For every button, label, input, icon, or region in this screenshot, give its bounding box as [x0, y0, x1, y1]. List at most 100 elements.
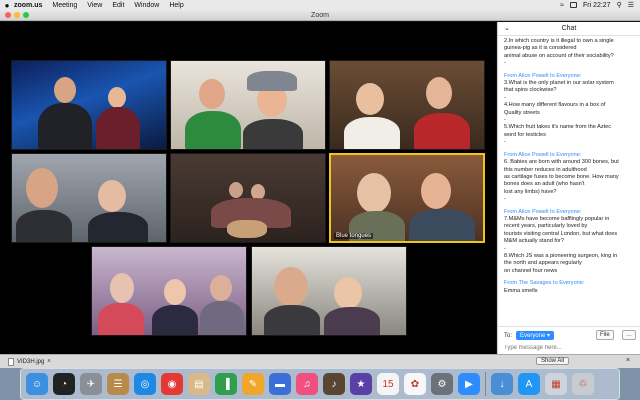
- video-tile[interactable]: [91, 246, 247, 336]
- participant-body: [38, 103, 92, 149]
- video-gallery: Blue tongues: [0, 22, 496, 362]
- menu-window[interactable]: Window: [134, 2, 159, 9]
- participant-body: [88, 212, 148, 242]
- menu-meeting[interactable]: Meeting: [52, 2, 77, 9]
- battery-icon[interactable]: [569, 2, 577, 8]
- video-tile[interactable]: [11, 60, 167, 150]
- chat-message: 7.M&Ms have become bafflingly popular in…: [504, 215, 618, 252]
- recipient-dropdown[interactable]: Everyone ▾: [516, 331, 555, 340]
- participant-body: [243, 119, 303, 149]
- participant-face: [229, 182, 243, 198]
- imovie-icon[interactable]: ★: [350, 373, 372, 395]
- app-store-icon[interactable]: A: [518, 373, 540, 395]
- participant-face: [164, 279, 186, 305]
- video-tile[interactable]: [170, 60, 326, 150]
- downloads-bar: VID3H.jpg ˄ Show All ×: [0, 354, 640, 368]
- menu-app-name[interactable]: zoom.us: [14, 2, 42, 9]
- chat-sender-line: From The Savages to Everyone:: [504, 280, 636, 287]
- recipient-name: Everyone:: [559, 280, 585, 287]
- chevron-up-icon[interactable]: ˄: [47, 359, 51, 365]
- chat-message: 4.How many different flavours in a box o…: [504, 102, 606, 124]
- more-options-button[interactable]: …: [622, 330, 636, 340]
- chat-message: 5.Which fruit takes it's name from the A…: [504, 124, 612, 146]
- chrome-icon[interactable]: ◉: [161, 373, 183, 395]
- download-file-name: VID3H.jpg: [17, 359, 45, 365]
- participant-face: [274, 267, 308, 307]
- participant-body: [324, 307, 380, 335]
- pages-icon[interactable]: ✎: [242, 373, 264, 395]
- video-tile[interactable]: [11, 153, 167, 243]
- finder-icon[interactable]: ☺: [26, 373, 48, 395]
- participant-face: [199, 79, 225, 109]
- menu-edit[interactable]: Edit: [112, 2, 124, 9]
- close-window-button[interactable]: [5, 12, 11, 18]
- participant-body: [98, 303, 144, 335]
- recipient-value: Everyone: [520, 333, 546, 339]
- menu-view[interactable]: View: [87, 2, 102, 9]
- calendar-icon[interactable]: 15: [377, 373, 399, 395]
- chat-header: ⌄ Chat: [498, 22, 640, 36]
- recipient-name: Everyone:: [556, 72, 582, 79]
- sender-name: Alice Powell: [518, 208, 549, 215]
- spotlight-search-icon[interactable]: ⚲: [617, 1, 622, 9]
- sender-name: Alice Powell: [518, 72, 549, 79]
- system-preferences-icon[interactable]: ⚙: [431, 373, 453, 395]
- wifi-icon[interactable]: ≈: [560, 2, 564, 9]
- clock[interactable]: Fri 22:27: [583, 2, 611, 9]
- chevron-down-icon[interactable]: ⌄: [504, 22, 510, 36]
- file-button[interactable]: File: [596, 330, 614, 340]
- show-all-button[interactable]: Show All: [536, 357, 570, 365]
- notes-app-icon[interactable]: ☰: [107, 373, 129, 395]
- close-icon[interactable]: ×: [626, 357, 630, 364]
- video-tile[interactable]: [170, 153, 326, 243]
- zoom-window-button[interactable]: [23, 12, 29, 18]
- numbers-icon[interactable]: ▐: [215, 373, 237, 395]
- participant-face: [98, 180, 126, 212]
- menu-bar: ● zoom.us Meeting View Edit Window Help …: [0, 0, 640, 10]
- from-prefix: From: [504, 208, 519, 215]
- participant-face: [426, 77, 452, 109]
- participant-face: [334, 277, 362, 309]
- recipient-name: Everyone:: [556, 208, 582, 215]
- participant-body: [152, 305, 198, 335]
- apple-menu-icon[interactable]: ●: [0, 1, 14, 10]
- from-prefix: From: [504, 280, 519, 287]
- video-tile[interactable]: [329, 60, 485, 150]
- keynote-icon[interactable]: ▬: [269, 373, 291, 395]
- file-icon: [8, 358, 14, 366]
- chat-message: 6. Babies are born with around 300 bones…: [504, 159, 619, 203]
- trash-icon[interactable]: ♲: [572, 373, 594, 395]
- from-prefix: From: [504, 72, 519, 79]
- launchpad-icon[interactable]: ✈: [80, 373, 102, 395]
- video-tile-active-speaker[interactable]: Blue tongues: [329, 153, 485, 243]
- participant-face: [421, 173, 451, 209]
- music-icon[interactable]: ♫: [296, 373, 318, 395]
- video-tile[interactable]: [251, 246, 407, 336]
- downloads-folder-icon[interactable]: ↓: [491, 373, 513, 395]
- participant-body: [344, 117, 400, 149]
- photos-icon[interactable]: ✿: [404, 373, 426, 395]
- sender-name: The Savages: [518, 280, 552, 287]
- notification-center-icon[interactable]: ☰: [628, 1, 634, 9]
- zoom-icon[interactable]: ▶: [458, 373, 480, 395]
- sender-name: Alice Powell: [518, 151, 549, 158]
- minimize-window-button[interactable]: [14, 12, 20, 18]
- garageband-icon[interactable]: ♪: [323, 373, 345, 395]
- file-button-label: File: [600, 332, 610, 338]
- chat-message-list[interactable]: 2.In which country is it illegal to own …: [504, 38, 636, 324]
- participant-face: [110, 273, 134, 303]
- participant-body: [227, 220, 267, 238]
- preview-icon[interactable]: ▤: [188, 373, 210, 395]
- chat-message: 3.What is the only planet in our solar s…: [504, 80, 614, 101]
- file-stack-icon[interactable]: ▦: [545, 373, 567, 395]
- chat-message: 2.In which country is it illegal to own …: [504, 38, 614, 67]
- menu-help[interactable]: Help: [169, 2, 183, 9]
- dock-separator: [485, 372, 486, 396]
- chat-message-input[interactable]: [504, 345, 634, 351]
- chat-title: Chat: [561, 25, 577, 32]
- dashboard-icon[interactable]: ◔: [53, 373, 75, 395]
- safari-icon[interactable]: ◎: [134, 373, 156, 395]
- download-item[interactable]: VID3H.jpg ˄: [8, 358, 51, 366]
- from-prefix: From: [504, 151, 519, 158]
- participant-body: [96, 107, 140, 149]
